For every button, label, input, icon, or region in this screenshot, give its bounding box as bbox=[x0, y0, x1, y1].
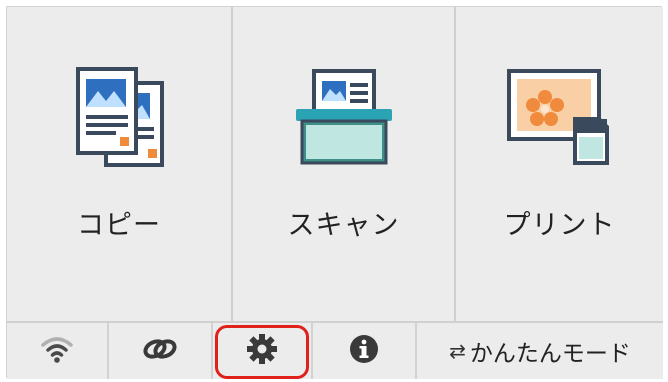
main-menu: コピー スキャン プリント bbox=[7, 7, 663, 321]
settings-button[interactable] bbox=[213, 323, 313, 379]
wifi-button[interactable] bbox=[7, 323, 109, 379]
print-icon bbox=[456, 61, 663, 181]
printer-home-screen: コピー スキャン プリント ⇄ かんたんモード bbox=[6, 6, 663, 379]
copy-label: コピー bbox=[77, 210, 161, 241]
link-icon bbox=[141, 334, 179, 368]
copy-tile[interactable]: コピー bbox=[7, 7, 233, 321]
easy-mode-label: かんたんモード bbox=[469, 341, 631, 367]
wifi-icon bbox=[40, 334, 74, 368]
print-label: プリント bbox=[503, 210, 616, 241]
easy-mode-button[interactable]: ⇄ かんたんモード bbox=[417, 323, 663, 379]
info-button[interactable] bbox=[313, 323, 417, 379]
bottom-toolbar: ⇄ かんたんモード bbox=[7, 321, 663, 379]
scan-icon bbox=[233, 61, 454, 181]
print-tile[interactable]: プリント bbox=[456, 7, 663, 321]
scan-label: スキャン bbox=[287, 210, 400, 241]
info-icon bbox=[349, 334, 379, 368]
scan-tile[interactable]: スキャン bbox=[233, 7, 456, 321]
copy-icon bbox=[7, 61, 231, 181]
settings-highlight-frame bbox=[215, 325, 309, 379]
direct-link-button[interactable] bbox=[109, 323, 213, 379]
swap-arrows-icon: ⇄ bbox=[449, 339, 466, 363]
